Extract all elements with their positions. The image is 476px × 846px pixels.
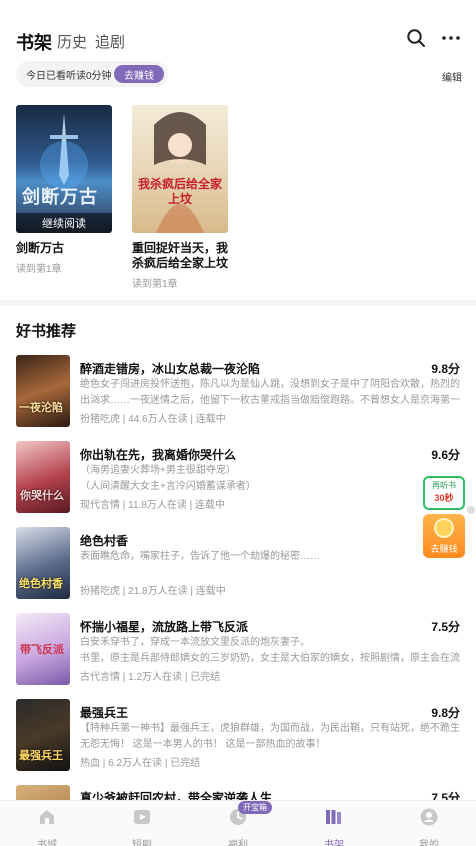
coin-icon xyxy=(434,518,454,538)
book-cover: 绝色村香 xyxy=(16,527,70,599)
recommend-heading: 好书推荐 xyxy=(16,323,77,340)
list-item[interactable]: 绝色村香 绝色村香 表面瞧危命，嘴家柱子，告诉了他一个劫爆的秘密…… 扮猪吃虎 … xyxy=(16,527,460,601)
tab-label: 我的 xyxy=(419,840,439,846)
book-title: 剑断万古 xyxy=(16,241,65,255)
list-item[interactable]: 最强兵王 最强兵王 9.8分 【特种兵第一神书】最强兵王，虎狼群雄，为国而战，为… xyxy=(16,699,460,773)
cover-art-text: 你哭什么 xyxy=(20,489,64,502)
book-meta: 扮猪吃虎 | 21.8万人在读 | 连载中 xyxy=(80,586,226,597)
bookshelf-icon xyxy=(326,810,341,824)
shelf-book[interactable]: 剑断万古 继续阅读 剑断万古 读到第1章 xyxy=(16,105,112,275)
profile-icon xyxy=(420,808,438,826)
tab-label: 书城 xyxy=(37,840,57,846)
book-progress: 读到第1章 xyxy=(132,279,178,290)
listen-reward-card[interactable]: 再听书 30秒 xyxy=(423,476,465,510)
floating-reward-widget[interactable]: 再听书 30秒 去赚钱 xyxy=(423,476,475,558)
desc-line: 出汹求……一夜迷情之后，他留下一枚古董戒指当做赔偿跑路。不曾想女人是京海第一财… xyxy=(80,395,460,406)
tab-short-drama[interactable]: 短剧 xyxy=(112,807,172,846)
book-cover[interactable]: 我杀疯后给全家上坟 xyxy=(132,105,228,233)
book-description: 表面瞧危命，嘴家柱子，告诉了他一个劫爆的秘密…… xyxy=(80,549,460,565)
book-description: 绝色女子闯进房投怀送抱，陈凡以为是仙人跳，没想到女子是中了阴阳合欢散，热烈的发 … xyxy=(80,377,460,409)
search-icon[interactable] xyxy=(404,26,428,50)
desc-line: 书里，原主是兵部侍郎嫡女的三岁奶奶，女主是大伯家的嫡女，按照剧情，原主会在流放… xyxy=(80,653,460,664)
book-meta: 现代言情 | 11.8万人在读 | 连载中 xyxy=(80,500,226,511)
coin-label: 去赚钱 xyxy=(430,544,458,554)
shelf-book[interactable]: 我杀疯后给全家上坟 重回捉奸当天，我杀疯后给全家上坟 读到第1章 xyxy=(132,105,228,290)
header: 书架 历史 追剧 xyxy=(0,0,476,56)
book-score: 9.8分 xyxy=(431,706,460,720)
tab-follow-drama[interactable]: 追剧 xyxy=(95,31,125,52)
tab-history[interactable]: 历史 xyxy=(57,31,87,52)
welfare-badge: 开宝箱 xyxy=(238,801,272,814)
desc-line: （海男追妻火葬场+男主很甜夺宠） xyxy=(80,465,236,476)
book-score: 7.5分 xyxy=(431,620,460,634)
home-icon xyxy=(40,810,54,824)
book-progress: 读到第1章 xyxy=(16,264,62,275)
book-title: 绝色村香 xyxy=(80,534,129,548)
cover-art-text: 我杀疯后给全家上坟 xyxy=(137,177,222,206)
book-description: （海男追妻火葬场+男主很甜夺宠） （人间清醒大女主+言冷闪婚蓄谋承者） xyxy=(80,463,460,495)
book-meta: 古代言情 | 1.2万人在读 | 已完结 xyxy=(80,672,221,683)
book-cover: 一夜沦陷 xyxy=(16,355,70,427)
tab-bookstore[interactable]: 书城 xyxy=(17,807,77,846)
cover-art-text: 带飞反派 xyxy=(20,643,64,656)
book-title: 最强兵王 xyxy=(80,706,129,720)
reading-time-text: 今日已看听读0分钟 xyxy=(26,70,112,82)
book-title: 怀揣小福星，流放路上带飞反派 xyxy=(80,620,249,634)
desc-line: 无怨无悔！ 这是一本男人的书！ 这是一部热血的故事！ xyxy=(80,739,326,750)
earn-coin-button[interactable]: 去赚钱 xyxy=(423,514,465,558)
tab-bookshelf[interactable]: 书架 xyxy=(16,29,52,55)
book-description: 【特种兵第一神书】最强兵王，虎狼群雄，为国而战，为民出鞘，只有站死，绝不跪生， … xyxy=(80,721,460,753)
book-score: 9.6分 xyxy=(431,448,460,462)
tab-label: 短剧 xyxy=(132,840,152,846)
desc-line: （人间清醒大女主+言冷闪婚蓄谋承者） xyxy=(80,481,256,492)
tab-bookshelf-nav[interactable]: 书架 xyxy=(304,807,364,846)
book-title: 真少爷被赶回农村，带全家逆袭人生 xyxy=(80,791,273,800)
reward-line1: 再听书 xyxy=(432,481,456,490)
tab-welfare[interactable]: 开宝箱 福利 xyxy=(208,801,272,846)
book-meta: 热血 | 6.2万人在读 | 已完结 xyxy=(80,758,201,769)
play-icon xyxy=(134,810,150,824)
desc-line: 表面瞧危命，嘴家柱子，告诉了他一个劫爆的秘密…… xyxy=(80,551,320,562)
book-cover[interactable]: 剑断万古 继续阅读 xyxy=(16,105,112,233)
book-cover xyxy=(16,785,70,800)
list-item[interactable]: 真少爷被赶回农村，带全家逆袭人生 7.5分 xyxy=(16,785,460,800)
section-divider xyxy=(0,300,476,306)
book-cover: 你哭什么 xyxy=(16,441,70,513)
cover-art-text: 一夜沦陷 xyxy=(19,401,63,414)
book-cover: 带飞反派 xyxy=(16,613,70,685)
cover-art-text: 剑断万古 xyxy=(22,187,98,208)
more-icon[interactable] xyxy=(439,26,463,50)
tab-profile[interactable]: 我的 xyxy=(399,807,459,846)
list-item[interactable]: 你哭什么 你出轨在先，我离婚你哭什么 9.6分 （海男追妻火葬场+男主很甜夺宠）… xyxy=(16,441,460,515)
cover-art-text: 绝色村香 xyxy=(19,577,63,590)
desc-line: 白安禾穿书了，穿成一本流放文里反派的炮灰妻子。 xyxy=(80,637,310,648)
desc-line: 绝色女子闯进房投怀送抱，陈凡以为是仙人跳，没想到女子是中了阴阳合欢散，热烈的发 xyxy=(80,379,460,390)
list-item[interactable]: 一夜沦陷 醉酒走错房，冰山女总裁一夜沦陷 9.8分 绝色女子闯进房投怀送抱，陈凡… xyxy=(16,355,460,429)
cover-art-text: 最强兵王 xyxy=(19,749,63,762)
book-title: 你出轨在先，我离婚你哭什么 xyxy=(80,448,237,462)
reward-line2: 30秒 xyxy=(434,493,454,503)
edit-button[interactable]: 编辑 xyxy=(442,69,462,84)
tab-label: 福利 xyxy=(228,840,248,846)
continue-reading-button[interactable]: 继续阅读 xyxy=(16,213,112,233)
book-score: 9.8分 xyxy=(431,362,460,376)
desc-line: 【特种兵第一神书】最强兵王，虎狼群雄，为国而战，为民出鞘，只有站死，绝不跪生， xyxy=(80,723,460,734)
book-description: 白安禾穿书了，穿成一本流放文里反派的炮灰妻子。 书里，原主是兵部侍郎嫡女的三岁奶… xyxy=(80,635,460,667)
close-icon[interactable] xyxy=(467,506,475,514)
list-item[interactable]: 带飞反派 怀揣小福星，流放路上带飞反派 7.5分 白安禾穿书了，穿成一本流放文里… xyxy=(16,613,460,687)
tab-label: 书架 xyxy=(324,840,344,846)
reading-time-pill: 今日已看听读0分钟 去赚钱 xyxy=(16,61,168,87)
earn-money-button[interactable]: 去赚钱 xyxy=(114,65,164,83)
book-cover: 最强兵王 xyxy=(16,699,70,771)
book-title: 重回捉奸当天，我杀疯后给全家上坟 xyxy=(132,241,229,270)
bottom-tab-bar: 书城 短剧 开宝箱 福利 书架 我的 xyxy=(0,800,476,846)
book-meta: 扮猪吃虎 | 44.6万人在读 | 连载中 xyxy=(80,414,226,425)
book-title: 醉酒走错房，冰山女总裁一夜沦陷 xyxy=(80,362,261,376)
book-score: 7.5分 xyxy=(431,791,460,800)
